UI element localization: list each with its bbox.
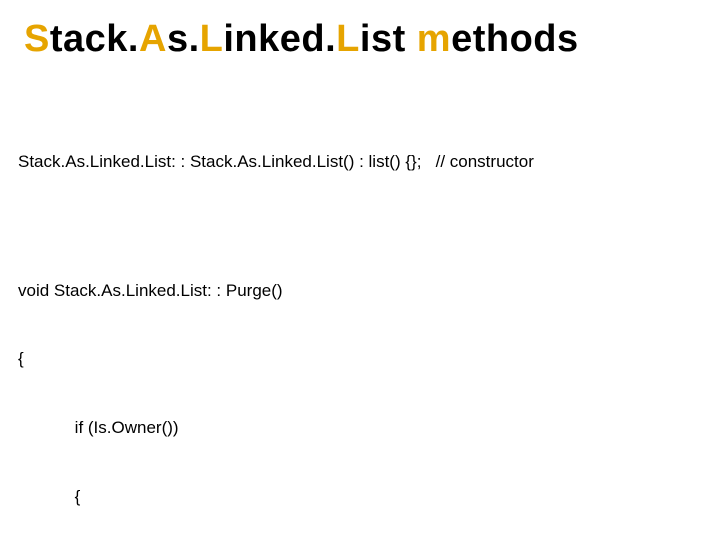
title-accent-1: S [24, 18, 50, 60]
code-line-constructor: Stack.As.Linked.List: : Stack.As.Linked.… [18, 151, 696, 174]
title-accent-3: L [200, 18, 224, 60]
code-line-if-open: { [18, 486, 696, 509]
code-block: Stack.As.Linked.List: : Stack.As.Linked.… [18, 105, 696, 540]
code-line-if: if (Is.Owner()) [18, 417, 696, 440]
title-accent-2: A [139, 18, 167, 60]
slide-title: Stack.As.Linked.List methods [24, 18, 696, 61]
title-accent-5: m [417, 18, 451, 60]
title-accent-4: L [336, 18, 360, 60]
title-part-2: s. [167, 18, 200, 60]
title-part-3: inked. [223, 18, 336, 60]
slide: Stack.As.Linked.List methods Stack.As.Li… [0, 0, 720, 540]
code-line-open-brace: { [18, 348, 696, 371]
title-part-4: ist [360, 18, 417, 60]
code-line-purge-decl: void Stack.As.Linked.List: : Purge() [18, 280, 696, 303]
title-part-5: ethods [451, 18, 579, 60]
title-part-1: tack. [50, 18, 139, 60]
